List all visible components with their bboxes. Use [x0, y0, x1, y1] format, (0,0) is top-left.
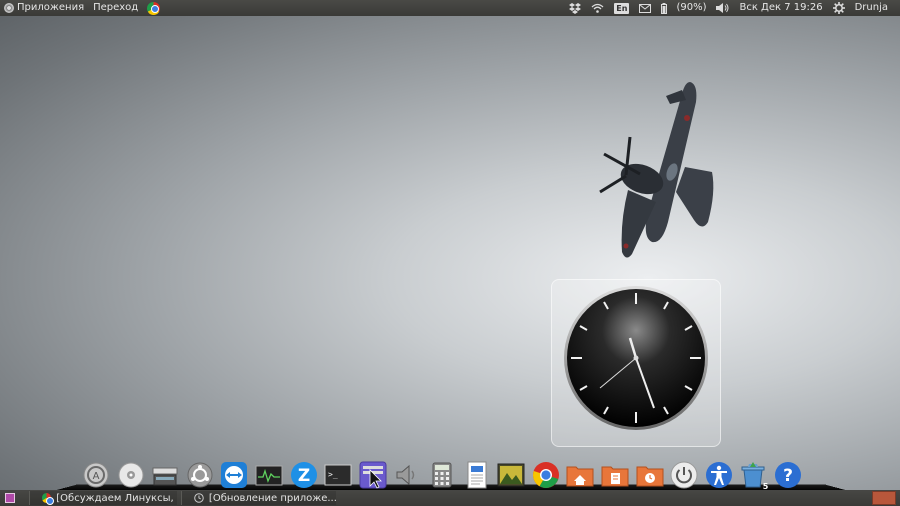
zim-z-icon[interactable]: Z — [290, 461, 318, 489]
airplane-wallpaper-image — [599, 82, 714, 258]
update-manager-icon — [194, 493, 204, 503]
accessibility-icon[interactable] — [705, 461, 733, 489]
workspace-switcher[interactable] — [872, 491, 896, 505]
messaging-indicator[interactable] — [639, 3, 652, 13]
task-label: [Обновление приложе... — [208, 492, 336, 504]
svg-text:?: ? — [783, 466, 793, 486]
wifi-icon — [591, 3, 604, 13]
chrome-icon[interactable] — [532, 461, 560, 489]
power-icon[interactable] — [670, 461, 698, 489]
places-menu[interactable]: Переход — [93, 0, 138, 16]
sound-indicator[interactable] — [716, 3, 729, 13]
wifi-indicator[interactable] — [591, 3, 604, 13]
top-panel-menus: Приложения Переход — [0, 0, 169, 16]
battery-percent: (90%) — [676, 2, 707, 13]
system-monitor-icon[interactable] — [255, 461, 283, 489]
applications-menu[interactable]: Приложения — [4, 0, 84, 16]
clock-face — [564, 286, 708, 430]
chrome-launcher[interactable] — [147, 1, 161, 15]
gear-icon — [832, 2, 845, 14]
terminal-icon[interactable]: >_ — [324, 461, 352, 489]
datetime-indicator[interactable]: Вск Дек 7 19:26 — [739, 0, 822, 16]
task-label: [Обсуждаем Линуксы, ... — [56, 492, 177, 504]
scanner-icon[interactable] — [151, 461, 179, 489]
places-menu-label: Переход — [93, 2, 139, 13]
volume-speaker-icon[interactable] — [393, 461, 421, 489]
show-desktop-button[interactable] — [5, 493, 15, 503]
dvd-drive-icon[interactable] — [117, 461, 145, 489]
calculator-icon[interactable] — [428, 461, 456, 489]
dropbox-icon — [569, 2, 582, 14]
analog-clock-widget[interactable] — [551, 279, 721, 447]
keyboard-layout-indicator[interactable]: En — [614, 2, 630, 14]
document-viewer-icon[interactable] — [463, 461, 491, 489]
home-folder-icon[interactable] — [566, 461, 594, 489]
speaker-icon — [716, 3, 729, 13]
battery-indicator[interactable]: (90%) — [661, 0, 706, 16]
svg-text:>_: >_ — [328, 470, 338, 479]
task-button-updater[interactable]: [Обновление приложе... — [181, 491, 336, 505]
image-viewer-icon[interactable] — [497, 461, 525, 489]
svg-text:Z: Z — [297, 466, 309, 486]
svg-text:A: A — [93, 471, 100, 482]
recent-folder-icon[interactable] — [636, 461, 664, 489]
dock: A Z >_ 5 ? — [82, 457, 808, 491]
help-icon[interactable]: ? — [774, 461, 802, 489]
screenshot-pointer-icon[interactable] — [359, 461, 387, 489]
software-updater-icon[interactable]: A — [82, 461, 110, 489]
bottom-taskbar: [Обсуждаем Линуксы, ... [Обновление прил… — [0, 490, 900, 506]
ubuntu-software-center-icon[interactable] — [186, 461, 214, 489]
top-panel: Приложения Переход En (90%) Вск Дек 7 19… — [0, 0, 900, 16]
keyboard-layout-label: En — [614, 2, 630, 14]
user-name: Drunja — [854, 2, 888, 13]
datetime-label: Вск Дек 7 19:26 — [739, 2, 823, 13]
gnome-foot-icon — [4, 3, 14, 13]
session-indicator[interactable] — [832, 2, 845, 14]
chrome-icon — [42, 493, 54, 505]
applications-menu-label: Приложения — [17, 2, 85, 13]
battery-icon — [661, 2, 668, 14]
trash-icon[interactable]: 5 — [739, 461, 768, 491]
indicator-area: En (90%) Вск Дек 7 19:26 Drunja — [559, 0, 900, 16]
envelope-icon — [639, 3, 652, 13]
chrome-icon — [147, 1, 161, 15]
documents-folder-icon[interactable] — [601, 461, 629, 489]
user-indicator[interactable]: Drunja — [855, 0, 888, 16]
dropbox-indicator[interactable] — [569, 2, 582, 14]
teamviewer-icon[interactable] — [220, 461, 248, 489]
task-button-browser[interactable]: [Обсуждаем Линуксы, ... — [29, 491, 177, 505]
